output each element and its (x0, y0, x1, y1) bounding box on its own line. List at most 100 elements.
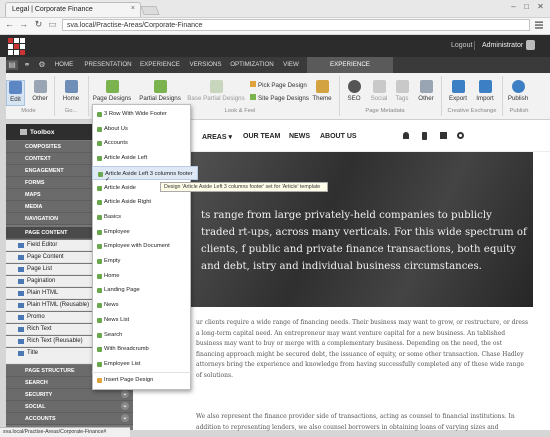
toolbox-icon (20, 129, 27, 135)
other-metadata-button[interactable]: Other (415, 80, 437, 106)
tab-view[interactable]: VIEW (280, 57, 302, 73)
maximize-button[interactable]: □ (521, 2, 532, 11)
base-partial-designs-button[interactable]: Base Partial Designs (187, 80, 245, 106)
publish-button[interactable]: Publish (506, 80, 530, 106)
chevron-down-icon[interactable]: ⌄ (121, 402, 129, 410)
category-label: FORMS (25, 180, 45, 186)
social-label: Social (370, 95, 388, 102)
export-button[interactable]: Export (446, 80, 470, 106)
design-option[interactable]: Empty (92, 254, 191, 269)
partial-designs-button[interactable]: Partial Designs (137, 80, 183, 106)
tab-experience-accelerator[interactable]: EXPERIENCE ACCELERATOR (307, 57, 393, 84)
other-mode-button[interactable]: Other (29, 80, 51, 106)
print-icon[interactable] (440, 132, 447, 139)
design-option[interactable]: News (92, 298, 191, 313)
reload-icon[interactable]: ↻ (33, 19, 44, 31)
design-option-label: Article Aside Left (104, 155, 148, 162)
item-label: Field Editor (27, 242, 58, 248)
site-nav-areas[interactable]: AREAS ▾ (202, 133, 232, 141)
minimize-button[interactable]: – (508, 2, 519, 11)
user-icon[interactable] (403, 132, 409, 139)
link-icon[interactable]: ⚭ (21, 60, 33, 70)
tags-button[interactable]: Tags (392, 80, 412, 106)
site-nav-news[interactable]: NEWS (289, 133, 310, 140)
design-option[interactable]: Landing Page (92, 283, 191, 298)
group-label-look-feel: Look & Feel (224, 108, 256, 114)
user-name[interactable]: Administrator (482, 42, 523, 49)
design-option[interactable]: Article Aside Left (92, 151, 191, 166)
avatar[interactable] (526, 40, 535, 50)
design-option[interactable]: Accounts (92, 136, 191, 151)
theme-button[interactable]: Theme (310, 80, 334, 106)
category-label: ENGAGEMENT (25, 168, 64, 174)
tab-title: Legal | Corporate Finance (12, 6, 93, 13)
item-label: Rich Text (Reusable) (27, 338, 83, 344)
site-page-designs-button[interactable]: Site Page Designs (250, 94, 309, 102)
design-option-label: Article Aside Left 3 columns footer (105, 170, 193, 177)
tab-optimization[interactable]: OPTIMIZATION (229, 57, 275, 73)
base-partial-icon (209, 80, 223, 93)
design-option[interactable]: Basics (92, 210, 191, 225)
design-option-label: News List (104, 316, 130, 323)
pick-page-design-button[interactable]: Pick Page Design (250, 81, 307, 89)
export-label: Export (449, 95, 467, 102)
edit-label: Edit (10, 96, 21, 103)
search-icon[interactable] (457, 132, 464, 139)
edit-button[interactable]: Edit (6, 80, 25, 106)
ribbon-toggle-icon[interactable]: ▤ (6, 60, 18, 70)
top-bar-divider (474, 41, 475, 50)
toolbox-category-accounts[interactable]: ACCOUNTS ⌄ (6, 413, 133, 425)
new-tab-button[interactable] (140, 6, 160, 15)
site-nav-about-us[interactable]: ABOUT US (320, 133, 357, 140)
publish-label: Publish (507, 95, 529, 102)
design-option-selected[interactable]: Article Aside Left 3 columns footer ✓ (92, 165, 198, 183)
import-button[interactable]: Import (473, 80, 497, 106)
ribbon-separator (502, 76, 503, 116)
toolbox-category-social[interactable]: SOCIAL ⌄ (6, 401, 133, 413)
design-option[interactable]: Employee with Document (92, 239, 191, 254)
seo-button[interactable]: SEO (343, 80, 365, 106)
home-button[interactable]: Home (58, 80, 84, 106)
chevron-down-icon[interactable]: ⌄ (121, 390, 129, 398)
insert-page-design-option[interactable]: Insert Page Design (92, 371, 191, 387)
design-option[interactable]: Employee List (92, 357, 191, 372)
home-icon (64, 80, 78, 93)
document-icon (33, 80, 47, 93)
url-input[interactable]: sva.local/Practise-Areas/Corporate-Finan… (62, 19, 530, 31)
phone-icon[interactable] (422, 132, 427, 140)
tab-close-icon[interactable]: × (131, 5, 135, 12)
category-label: SOCIAL (25, 404, 46, 410)
close-window-button[interactable]: ✕ (535, 2, 546, 11)
social-button[interactable]: Social (368, 80, 390, 106)
tab-experience[interactable]: EXPERIENCE (138, 57, 182, 73)
design-option[interactable]: Search (92, 328, 191, 343)
category-label: MEDIA (25, 204, 43, 210)
pick-design-icon (250, 81, 256, 87)
category-label: PAGE STRUCTURE (25, 368, 75, 374)
tab-presentation[interactable]: PRESENTATION (83, 57, 133, 73)
design-option-label: Basics (104, 213, 122, 220)
browser-tab[interactable]: Legal | Corporate Finance × (5, 2, 141, 17)
chevron-down-icon[interactable]: ⌄ (121, 414, 129, 422)
toolbox-category-security[interactable]: SECURITY ⌄ (6, 389, 133, 401)
browser-menu-icon[interactable] (534, 20, 544, 30)
design-option[interactable]: News List (92, 313, 191, 328)
tab-home[interactable]: HOME (50, 57, 78, 73)
settings-icon[interactable]: ⚙ (36, 60, 48, 70)
back-icon[interactable]: ← (4, 19, 15, 31)
design-option[interactable]: With Breadcrumb (92, 342, 191, 357)
design-option[interactable]: Employee (92, 225, 191, 240)
page-designs-button[interactable]: Page Designs (92, 80, 132, 106)
sitecore-logo-icon[interactable] (8, 38, 25, 55)
design-icon (97, 141, 102, 147)
category-label: PAGE CONTENT (25, 230, 68, 236)
design-option[interactable]: Article Aside Right (92, 195, 191, 210)
design-option[interactable]: About Us (92, 122, 191, 137)
design-option-label: 3 Row With Wide Footer (104, 111, 167, 117)
site-nav-our-team[interactable]: OUR TEAM (243, 133, 280, 140)
logout-link[interactable]: Logout (451, 42, 472, 49)
design-option[interactable]: 3 Row With Wide Footer (92, 107, 191, 122)
design-option[interactable]: Home (92, 269, 191, 284)
tab-versions[interactable]: VERSIONS (187, 57, 224, 73)
forward-icon[interactable]: → (18, 19, 29, 31)
